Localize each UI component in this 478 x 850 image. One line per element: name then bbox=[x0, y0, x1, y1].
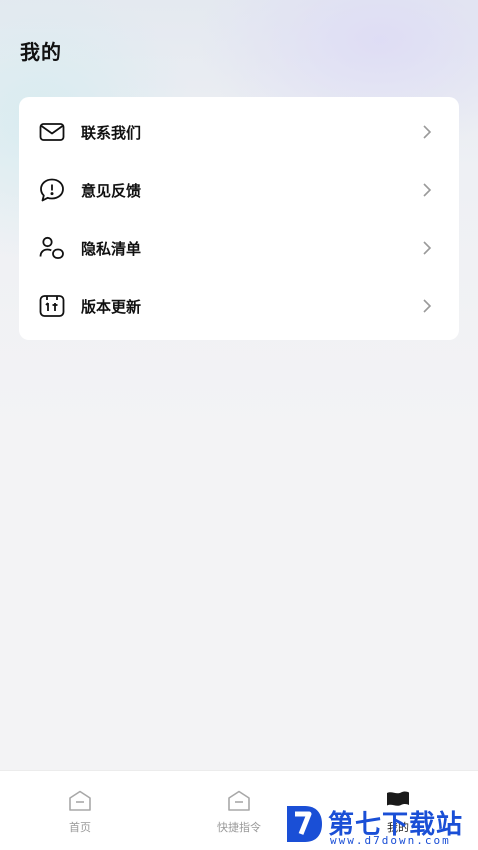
feedback-icon bbox=[38, 176, 66, 204]
menu-item-feedback[interactable]: 意见反馈 bbox=[19, 161, 459, 219]
menu-item-privacy-list[interactable]: 隐私清单 bbox=[19, 219, 459, 277]
menu-item-label: 联系我们 bbox=[81, 123, 142, 142]
menu-item-version-update[interactable]: 版本更新 bbox=[19, 277, 459, 335]
d7-logo-icon bbox=[287, 806, 322, 842]
shortcut-icon bbox=[228, 790, 250, 811]
privacy-icon bbox=[38, 234, 66, 262]
home-icon bbox=[69, 790, 91, 811]
tab-shortcuts[interactable]: 快捷指令 bbox=[199, 789, 279, 839]
watermark-url: www.d7down.com bbox=[330, 834, 451, 847]
menu-item-label: 版本更新 bbox=[81, 297, 142, 316]
menu-card: 联系我们 意见反馈 隐私清单 版本更新 bbox=[19, 97, 459, 340]
update-icon bbox=[38, 292, 66, 320]
menu-item-label: 意见反馈 bbox=[81, 181, 142, 200]
tab-label: 首页 bbox=[69, 821, 91, 834]
chevron-right-icon bbox=[423, 183, 432, 197]
tab-home[interactable]: 首页 bbox=[40, 789, 120, 839]
watermark-logo: 第七下载站 www.d7down.com bbox=[283, 798, 478, 850]
mail-icon bbox=[38, 118, 66, 146]
tab-label: 快捷指令 bbox=[217, 821, 261, 834]
chevron-right-icon bbox=[423, 125, 432, 139]
page-title: 我的 bbox=[20, 40, 62, 64]
menu-item-contact-us[interactable]: 联系我们 bbox=[19, 103, 459, 161]
chevron-right-icon bbox=[423, 241, 432, 255]
menu-item-label: 隐私清单 bbox=[81, 239, 142, 258]
chevron-right-icon bbox=[423, 299, 432, 313]
